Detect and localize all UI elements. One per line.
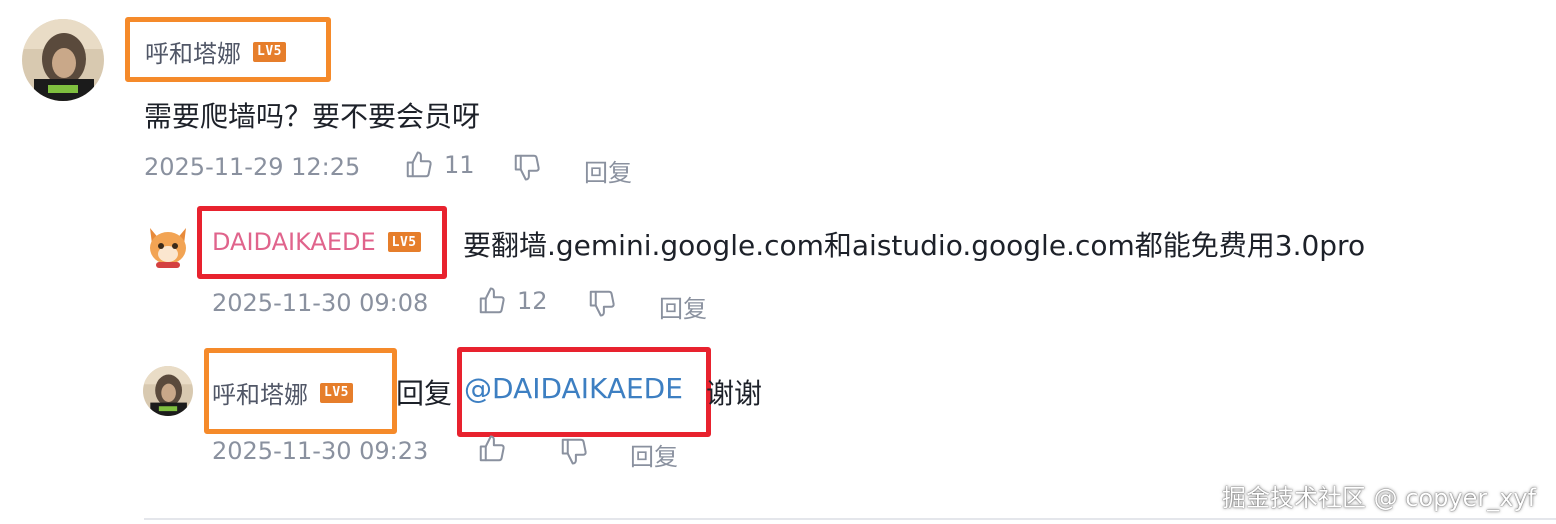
dislike-button[interactable] (559, 436, 589, 466)
reply-button[interactable]: 回复 (659, 289, 707, 324)
mention-link[interactable]: @DAIDAIKAEDE (464, 372, 683, 405)
like-button[interactable] (477, 434, 507, 464)
comment-text: 需要爬墙吗？要不要会员呀 (144, 100, 481, 133)
like-icon (477, 286, 507, 316)
reply-avatar[interactable] (142, 218, 194, 270)
reply-timestamp: 2025-11-30 09:08 (212, 289, 429, 317)
reply-username[interactable]: DAIDAIKAEDE LV5 (212, 228, 421, 256)
reply-text: 要翻墙.gemini.google.com和aistudio.google.co… (463, 229, 1366, 262)
reply-button[interactable]: 回复 (584, 153, 632, 188)
divider (144, 518, 1556, 520)
reply-timestamp: 2025-11-30 09:23 (212, 437, 429, 465)
reply-avatar[interactable] (143, 366, 193, 416)
avatar-image (143, 366, 193, 416)
reply-text: 谢谢 (706, 377, 763, 410)
user-avatar[interactable] (22, 19, 104, 101)
level-badge: LV5 (253, 41, 286, 62)
reply-username[interactable]: 呼和塔娜 LV5 (212, 375, 353, 410)
username-text[interactable]: 呼和塔娜 (145, 34, 241, 69)
like-icon (479, 435, 505, 462)
dislike-icon (561, 438, 587, 465)
username-text[interactable]: DAIDAIKAEDE (212, 228, 376, 256)
username-text[interactable]: 呼和塔娜 (212, 375, 308, 410)
comment-timestamp: 2025-11-29 12:25 (144, 153, 361, 181)
dislike-button[interactable] (587, 288, 617, 318)
reply-button[interactable]: 回复 (630, 437, 678, 472)
watermark: 掘金技术社区 @ copyer_xyf (1222, 484, 1537, 512)
level-badge: LV5 (320, 382, 353, 403)
dislike-icon (589, 290, 615, 317)
dislike-icon (514, 154, 540, 181)
comment-username[interactable]: 呼和塔娜 LV5 (145, 34, 286, 69)
like-count: 12 (517, 287, 548, 315)
avatar-image (142, 218, 194, 270)
dislike-button[interactable] (512, 152, 542, 182)
like-icon (404, 150, 434, 180)
like-button[interactable]: 11 (404, 150, 475, 180)
reply-word: 回复 (396, 377, 453, 410)
level-badge: LV5 (387, 232, 421, 252)
avatar-image (22, 19, 104, 101)
like-count: 11 (444, 151, 475, 179)
like-button[interactable]: 12 (477, 286, 548, 316)
